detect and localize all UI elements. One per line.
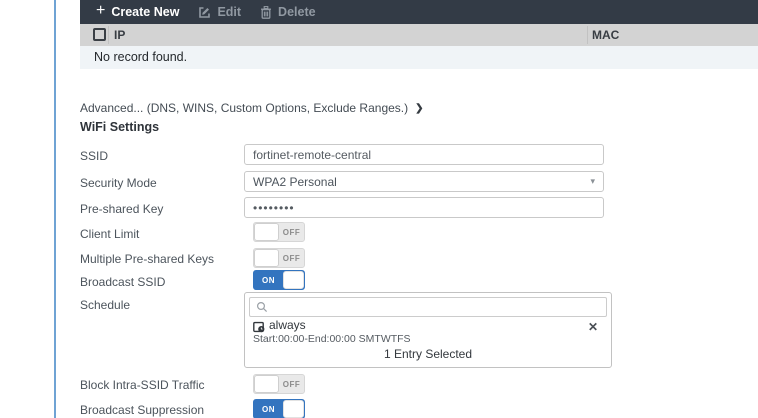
broadcast-suppression-label: Broadcast Suppression: [80, 403, 204, 417]
chevron-right-icon: ❯: [415, 103, 423, 114]
toggle-state-label: OFF: [279, 249, 304, 267]
column-header-mac: MAC: [592, 28, 619, 42]
record-table-header: IP MAC: [80, 24, 758, 46]
block-intra-ssid-toggle[interactable]: OFF: [253, 374, 305, 394]
ssid-label: SSID: [80, 149, 108, 163]
block-intra-ssid-label: Block Intra-SSID Traffic: [80, 378, 204, 392]
advanced-label: Advanced... (DNS, WINS, Custom Options, …: [80, 101, 408, 115]
schedule-entry-detail: Start:00:00-End:00:00 SMTWTFS: [253, 333, 411, 345]
multiple-psk-label: Multiple Pre-shared Keys: [80, 252, 214, 266]
toggle-knob: [283, 271, 304, 289]
pre-shared-key-label: Pre-shared Key: [80, 202, 163, 216]
create-new-button[interactable]: + Create New: [96, 4, 179, 20]
schedule-entry-name[interactable]: always: [269, 318, 306, 332]
security-mode-select[interactable]: WPA2 Personal ▾: [244, 171, 604, 192]
record-toolbar: + Create New Edit: [80, 0, 758, 24]
column-header-ip: IP: [114, 28, 125, 42]
delete-label: Delete: [278, 5, 316, 19]
toggle-knob: [254, 249, 279, 267]
wifi-settings-page: + Create New Edit: [0, 0, 758, 418]
column-divider: [108, 26, 109, 44]
create-new-label: Create New: [111, 5, 179, 19]
schedule-selector: always Start:00:00-End:00:00 SMTWTFS ✕ 1…: [244, 292, 612, 368]
multiple-psk-toggle[interactable]: OFF: [253, 248, 305, 268]
schedule-search-input[interactable]: [273, 299, 606, 315]
plus-icon: +: [96, 3, 105, 19]
toggle-state-label: ON: [254, 400, 283, 418]
broadcast-suppression-toggle[interactable]: ON: [253, 399, 305, 418]
edit-button[interactable]: Edit: [198, 5, 241, 19]
toggle-state-label: OFF: [279, 223, 304, 241]
select-all-checkbox[interactable]: [93, 28, 106, 41]
broadcast-ssid-label: Broadcast SSID: [80, 275, 165, 289]
section-title: WiFi Settings: [80, 120, 159, 134]
toggle-state-label: ON: [254, 271, 283, 289]
security-mode-label: Security Mode: [80, 176, 157, 190]
remove-entry-icon[interactable]: ✕: [588, 321, 598, 333]
client-limit-label: Client Limit: [80, 227, 139, 241]
security-mode-value: WPA2 Personal: [253, 175, 337, 189]
toggle-knob: [283, 400, 304, 418]
schedule-entry-summary: 1 Entry Selected: [245, 347, 611, 361]
delete-button[interactable]: Delete: [260, 5, 316, 19]
toggle-state-label: OFF: [279, 375, 304, 393]
empty-table-row: No record found.: [80, 46, 758, 69]
chevron-down-icon: ▾: [590, 176, 595, 187]
schedule-label: Schedule: [80, 298, 130, 312]
search-icon: [256, 301, 268, 313]
advanced-section-toggle[interactable]: Advanced... (DNS, WINS, Custom Options, …: [80, 101, 424, 115]
schedule-search-box[interactable]: [249, 297, 607, 317]
ssid-input[interactable]: [244, 144, 604, 165]
pre-shared-key-input[interactable]: [244, 197, 604, 218]
edit-icon: [198, 6, 211, 19]
left-pane-divider: [54, 0, 56, 418]
toggle-knob: [254, 375, 279, 393]
client-limit-toggle[interactable]: OFF: [253, 222, 305, 242]
edit-label: Edit: [217, 5, 241, 19]
broadcast-ssid-toggle[interactable]: ON: [253, 270, 305, 290]
toggle-knob: [254, 223, 279, 241]
column-divider: [587, 26, 588, 44]
trash-icon: [260, 6, 272, 19]
